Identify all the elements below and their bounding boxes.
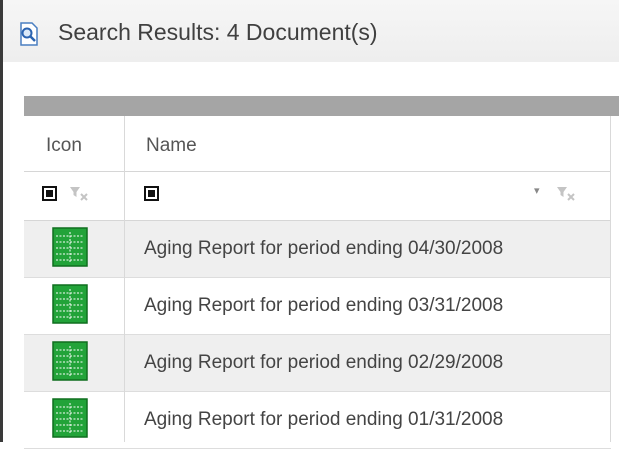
grid-header-row: Icon Name <box>24 116 611 172</box>
panel-title: Search Results: 4 Document(s) <box>58 19 378 45</box>
icon-filter-checkbox[interactable] <box>42 186 57 201</box>
search-results-panel: Search Results: 4 Document(s) Icon Name … <box>0 0 619 449</box>
name-filter-checkbox[interactable] <box>144 186 159 201</box>
search-document-icon <box>20 22 38 46</box>
table-row[interactable]: Aging Report for period ending 01/31/200… <box>24 392 611 449</box>
group-by-bar[interactable] <box>24 96 619 116</box>
panel-header: Search Results: 4 Document(s) <box>3 0 619 62</box>
clear-filter-icon[interactable] <box>69 185 91 203</box>
document-name[interactable]: Aging Report for period ending 01/31/200… <box>144 409 503 431</box>
document-name[interactable]: Aging Report for period ending 04/30/200… <box>144 238 503 260</box>
spreadsheet-icon <box>52 398 88 438</box>
document-name[interactable]: Aging Report for period ending 02/29/200… <box>144 352 503 374</box>
dropdown-arrow-icon[interactable]: ▾ <box>534 184 540 197</box>
column-header-icon[interactable]: Icon <box>46 135 82 157</box>
column-divider[interactable] <box>124 116 125 442</box>
table-row[interactable]: Aging Report for period ending 02/29/200… <box>24 335 611 392</box>
spreadsheet-icon <box>52 227 88 267</box>
spreadsheet-icon <box>52 341 88 381</box>
toolbar-area <box>3 62 619 96</box>
column-header-name[interactable]: Name <box>146 135 197 157</box>
grid-right-border <box>610 116 611 442</box>
clear-filter-icon[interactable] <box>556 185 578 203</box>
table-row[interactable]: Aging Report for period ending 03/31/200… <box>24 278 611 335</box>
filter-row: ▾ <box>24 172 611 221</box>
spreadsheet-icon <box>52 284 88 324</box>
document-name[interactable]: Aging Report for period ending 03/31/200… <box>144 295 503 317</box>
table-row[interactable]: Aging Report for period ending 04/30/200… <box>24 221 611 278</box>
